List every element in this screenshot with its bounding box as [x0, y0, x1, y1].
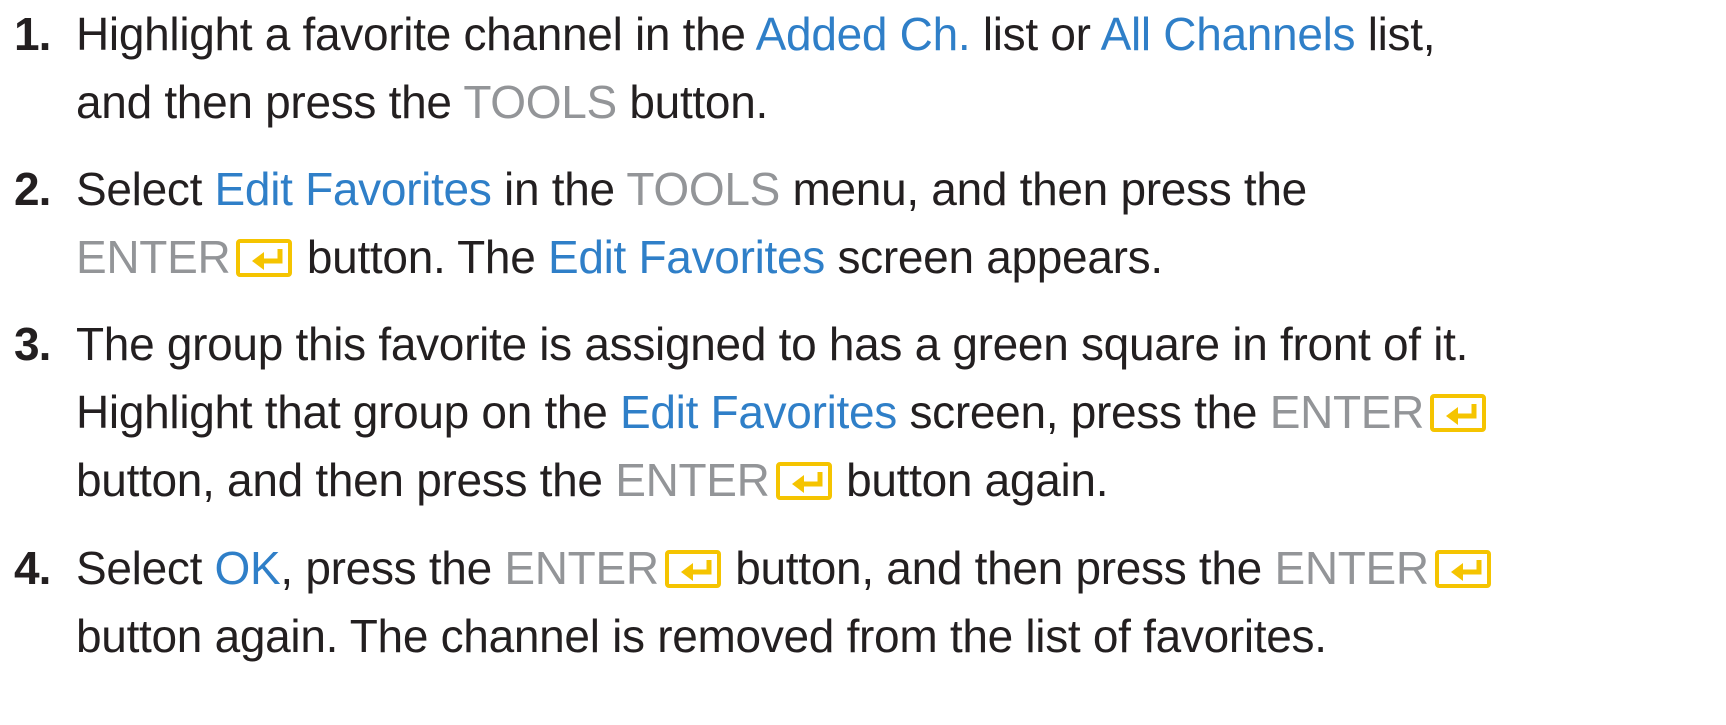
step-number: 1.: [14, 8, 51, 60]
step-number: 3.: [14, 318, 51, 370]
button-term-enter: ENTER: [615, 454, 770, 506]
step-text: list,: [1355, 8, 1436, 60]
step-line: Select Edit Favorites in the TOOLS menu,…: [76, 155, 1307, 223]
step-line: button, and then press the ENTER button …: [76, 446, 1108, 514]
ui-term-added-ch: Added Ch.: [755, 8, 971, 60]
button-term-tools: TOOLS: [463, 76, 617, 128]
step-text: Select: [76, 163, 215, 215]
step-text: and then press the: [76, 76, 464, 128]
step-text: button again. The channel is removed fro…: [76, 610, 1327, 662]
step-text: in the: [491, 163, 627, 215]
ui-term-edit-favorites: Edit Favorites: [547, 231, 825, 283]
step-text: button, and then press the: [722, 542, 1275, 594]
step-text: Highlight a favorite channel in the: [76, 8, 756, 60]
step-line: The group this favorite is assigned to h…: [76, 310, 1468, 378]
step-text: screen appears.: [824, 231, 1163, 283]
ui-term-edit-favorites: Edit Favorites: [214, 163, 492, 215]
step-number: 4.: [14, 542, 51, 594]
step-number: 2.: [14, 163, 51, 215]
enter-icon: [236, 237, 293, 279]
step-text: button. The: [294, 231, 548, 283]
ui-term-all-channels: All Channels: [1100, 8, 1356, 60]
step-line: button again. The channel is removed fro…: [76, 602, 1327, 670]
step-text: list or: [970, 8, 1101, 60]
step-line: and then press the TOOLS button.: [76, 68, 768, 136]
step-text: , press the: [280, 542, 505, 594]
step-text: menu, and then press the: [780, 163, 1307, 215]
step-text: The group this favorite is assigned to h…: [76, 318, 1469, 370]
step-line: Select OK, press the ENTER button, and t…: [76, 534, 1493, 602]
button-term-tools: TOOLS: [626, 163, 780, 215]
enter-icon: [775, 460, 832, 502]
step-text: button.: [616, 76, 768, 128]
button-term-enter: ENTER: [1269, 386, 1425, 438]
ui-term-edit-favorites: Edit Favorites: [619, 386, 897, 438]
step-line: Highlight that group on the Edit Favorit…: [76, 378, 1488, 446]
step-text: Select: [76, 542, 215, 594]
step-line: Highlight a favorite channel in the Adde…: [76, 0, 1436, 68]
ui-term-ok: OK: [214, 542, 281, 594]
step-line: ENTER button. The Edit Favorites screen …: [76, 223, 1163, 291]
button-term-enter: ENTER: [504, 542, 659, 594]
button-term-enter: ENTER: [76, 231, 231, 283]
enter-icon: [1430, 392, 1487, 434]
step-text: button, and then press the: [76, 454, 616, 506]
button-term-enter: ENTER: [1274, 542, 1429, 594]
step-text: Highlight that group on the: [76, 386, 620, 438]
enter-icon: [1434, 548, 1491, 590]
step-text: screen, press the: [897, 386, 1270, 438]
enter-icon: [664, 548, 721, 590]
step-text: button again.: [833, 454, 1109, 506]
